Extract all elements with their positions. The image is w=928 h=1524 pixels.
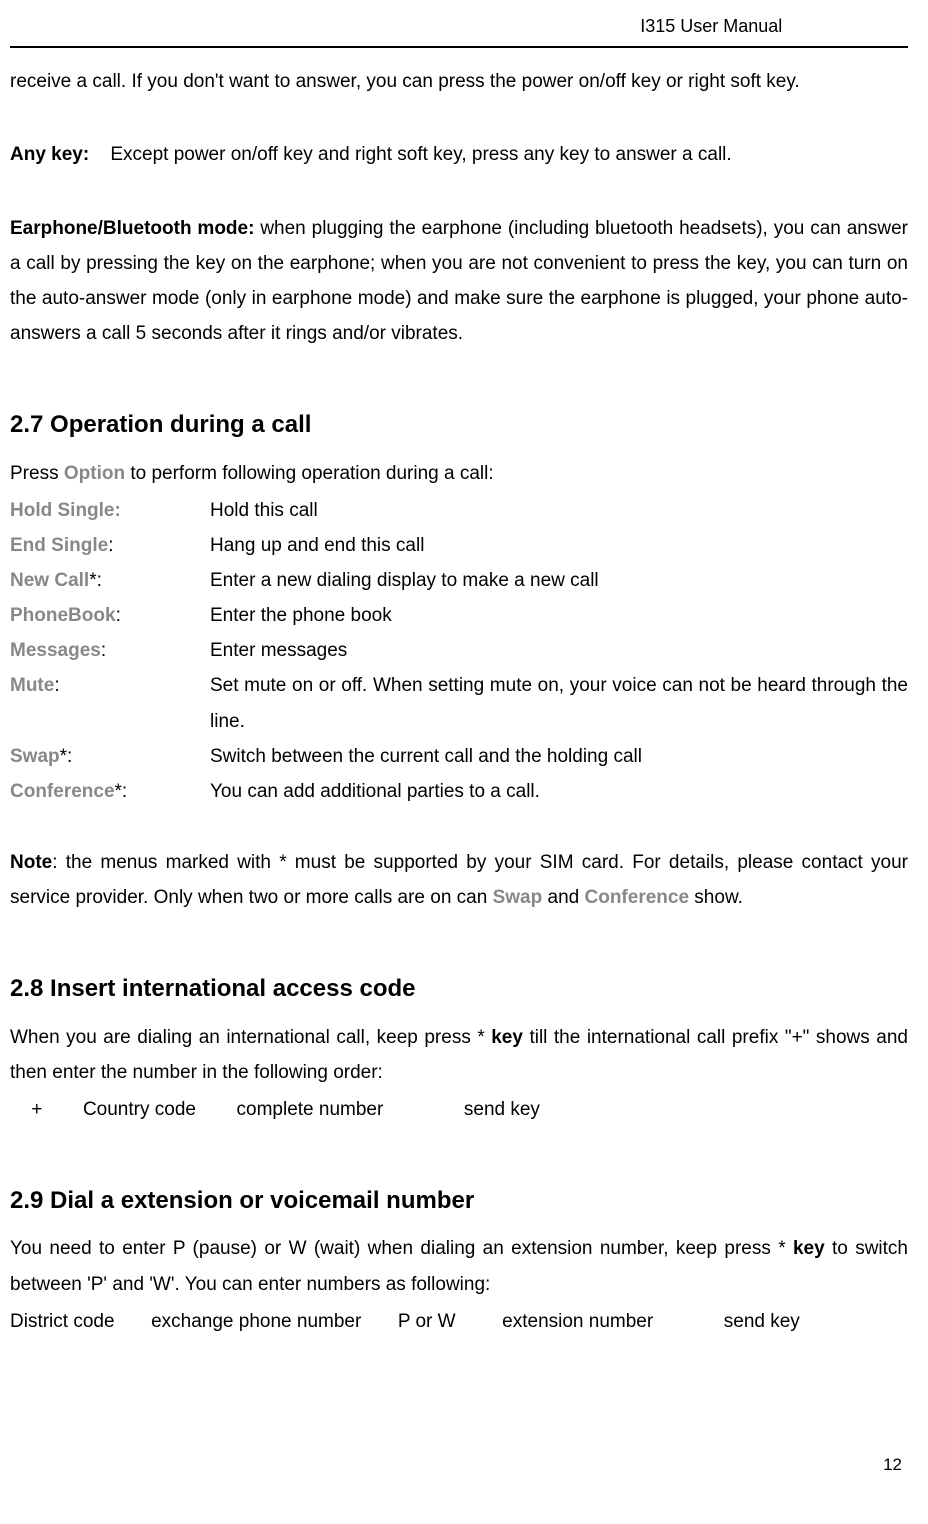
intro-post: to perform following operation during a … [125, 463, 494, 484]
sec29-key-bold: key [793, 1238, 825, 1259]
option-hold-single: Hold Single: Hold this call [10, 493, 908, 528]
note-text-2: show. [689, 887, 743, 908]
newcall-star: *: [89, 570, 102, 591]
seq-plus: + [31, 1099, 42, 1120]
messages-label: Messages [10, 640, 101, 661]
mute-colon: : [54, 675, 59, 696]
section-2-8-paragraph: When you are dialing an international ca… [10, 1020, 908, 1090]
seq2-exchange-number: exchange phone number [151, 1311, 361, 1332]
seq-send-key: send key [464, 1099, 540, 1120]
option-swap: Swap*: Switch between the current call a… [10, 739, 908, 774]
swap-desc: Switch between the current call and the … [210, 739, 908, 774]
any-key-label: Any key: [10, 144, 89, 165]
sec28-key-bold: key [491, 1027, 523, 1048]
option-conference: Conference*: You can add additional part… [10, 774, 908, 809]
note-paragraph: Note: the menus marked with * must be su… [10, 845, 908, 915]
phonebook-colon: : [116, 605, 121, 626]
sec28-pre: When you are dialing an international ca… [10, 1027, 491, 1048]
phonebook-desc: Enter the phone book [210, 598, 908, 633]
mute-label: Mute [10, 675, 54, 696]
section-2-9-heading: 2.9 Dial a extension or voicemail number [10, 1179, 908, 1223]
note-label: Note [10, 852, 52, 873]
swap-label: Swap [10, 746, 60, 767]
seq2-district-code: District code [10, 1311, 115, 1332]
section-2-8-sequence: + Country code complete number send key [10, 1092, 908, 1127]
option-end-single: End Single: Hang up and end this call [10, 528, 908, 563]
seq2-extension-number: extension number [502, 1311, 653, 1332]
section-2-9-paragraph: You need to enter P (pause) or W (wait) … [10, 1231, 908, 1301]
note-conference-keyword: Conference [585, 887, 690, 908]
section-2-8-heading: 2.8 Insert international access code [10, 967, 908, 1011]
page-header: I315 User Manual [10, 10, 908, 48]
hold-label: Hold Single: [10, 500, 121, 521]
note-swap-keyword: Swap [493, 887, 543, 908]
messages-colon: : [101, 640, 106, 661]
option-messages: Messages: Enter messages [10, 633, 908, 668]
newcall-desc: Enter a new dialing display to make a ne… [210, 563, 908, 598]
earphone-label: Earphone/Bluetooth mode: [10, 218, 254, 239]
conf-desc: You can add additional parties to a call… [210, 774, 908, 809]
paragraph-receive-call: receive a call. If you don't want to ans… [10, 64, 908, 99]
note-and: and [542, 887, 584, 908]
option-phonebook: PhoneBook: Enter the phone book [10, 598, 908, 633]
intro-pre: Press [10, 463, 64, 484]
end-colon: : [108, 535, 113, 556]
note-text-1: : the menus marked with * must be suppor… [10, 852, 908, 908]
phonebook-label: PhoneBook [10, 605, 116, 626]
paragraph-earphone-mode: Earphone/Bluetooth mode: when plugging t… [10, 211, 908, 352]
conf-star: *: [115, 781, 128, 802]
seq-country-code: Country code [83, 1099, 196, 1120]
messages-desc: Enter messages [210, 633, 908, 668]
end-label: End Single [10, 535, 108, 556]
any-key-text: Except power on/off key and right soft k… [110, 144, 731, 165]
paragraph-any-key: Any key: Except power on/off key and rig… [10, 137, 908, 172]
option-new-call: New Call*: Enter a new dialing display t… [10, 563, 908, 598]
mute-desc: Set mute on or off. When setting mute on… [210, 668, 908, 738]
option-mute: Mute: Set mute on or off. When setting m… [10, 668, 908, 738]
seq-complete-number: complete number [237, 1099, 384, 1120]
sec29-pre: You need to enter P (pause) or W (wait) … [10, 1238, 793, 1259]
swap-star: *: [60, 746, 73, 767]
seq2-p-or-w: P or W [398, 1311, 456, 1332]
conf-label: Conference [10, 781, 115, 802]
section-2-7-intro: Press Option to perform following operat… [10, 456, 908, 491]
newcall-label: New Call [10, 570, 89, 591]
hold-desc: Hold this call [210, 493, 908, 528]
page-number: 12 [10, 1449, 908, 1480]
seq2-send-key: send key [724, 1311, 800, 1332]
end-desc: Hang up and end this call [210, 528, 908, 563]
section-2-7-heading: 2.7 Operation during a call [10, 403, 908, 447]
intro-option-keyword: Option [64, 463, 125, 484]
section-2-9-sequence: District code exchange phone number P or… [10, 1304, 908, 1339]
